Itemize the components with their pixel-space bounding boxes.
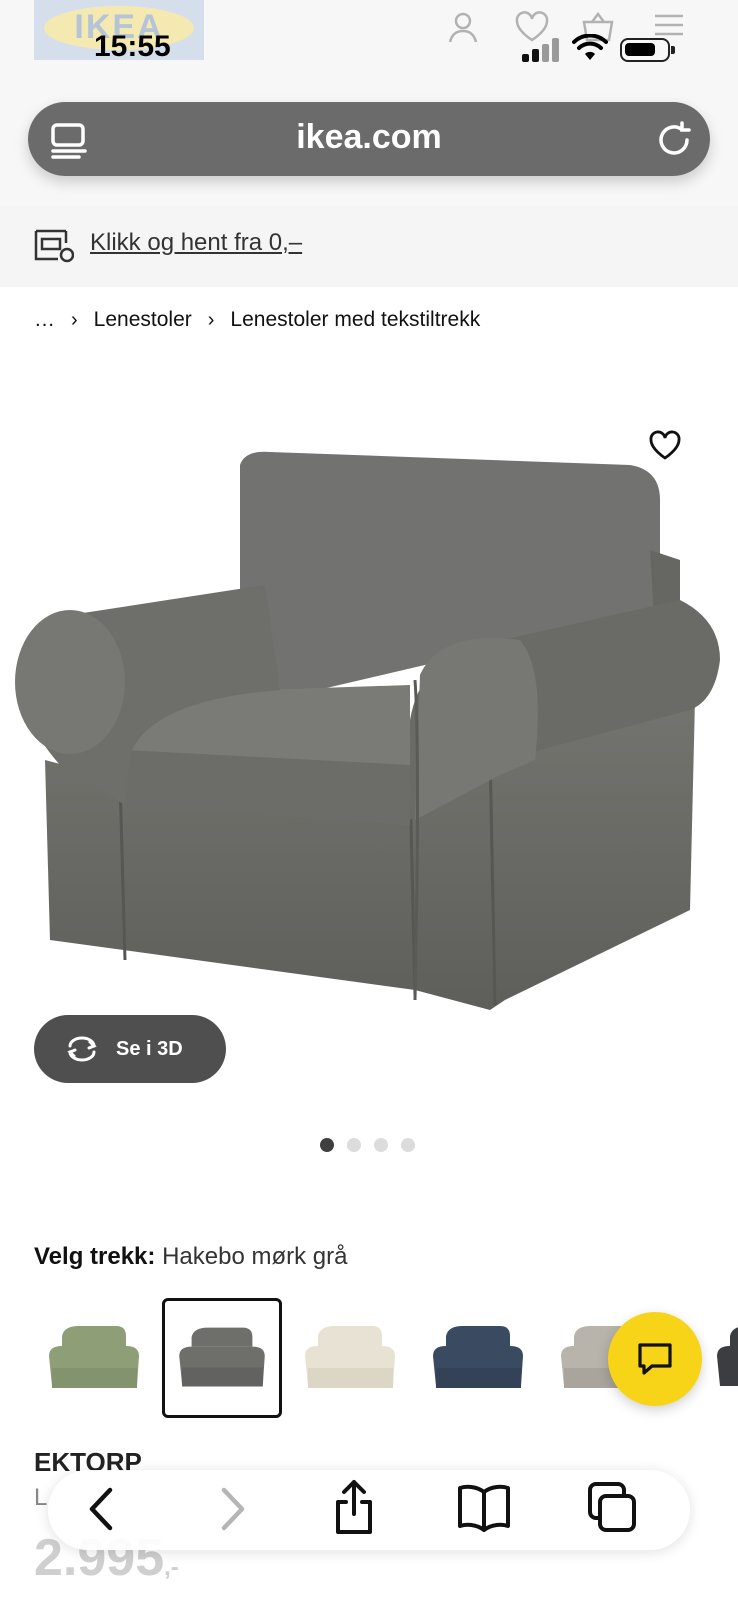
signal-icon (522, 38, 562, 62)
menu-icon[interactable] (652, 10, 686, 40)
gallery-dot[interactable] (347, 1138, 361, 1152)
address-bar[interactable]: ikea.com (28, 102, 710, 176)
reload-icon[interactable] (654, 120, 694, 160)
gallery-dot[interactable] (374, 1138, 388, 1152)
favorite-heart-icon[interactable] (648, 430, 682, 462)
chevron-right-icon: › (71, 308, 78, 331)
battery-icon (620, 38, 675, 62)
store-icon (34, 229, 74, 263)
breadcrumb-lenestoler[interactable]: Lenestoler (94, 308, 192, 332)
share-icon[interactable] (330, 1478, 378, 1538)
swatch-green[interactable] (34, 1298, 154, 1418)
swatch-dark-grey[interactable] (162, 1298, 282, 1418)
url-text: ikea.com (296, 118, 442, 156)
view-3d-label: Se i 3D (116, 1037, 183, 1060)
price-suffix: ,- (164, 1554, 179, 1581)
selected-cover-name: Hakebo mørk grå (162, 1243, 348, 1270)
bookmarks-icon[interactable] (456, 1482, 512, 1536)
rotate-3d-icon (67, 1036, 97, 1062)
product-type: L (34, 1484, 48, 1511)
cover-picker-label: Velg trekk: Hakebo mørk grå (34, 1243, 347, 1271)
breadcrumb-tekstiltrekk[interactable]: Lenestoler med tekstiltrekk (230, 308, 480, 332)
view-3d-button[interactable]: Se i 3D (34, 1015, 226, 1083)
forward-icon[interactable] (212, 1484, 252, 1534)
chat-button[interactable] (608, 1312, 702, 1406)
profile-icon[interactable] (446, 10, 480, 44)
tabs-icon[interactable] (586, 1480, 640, 1536)
swatch-beige[interactable] (290, 1298, 410, 1418)
browser-toolbar (48, 1470, 690, 1550)
promo-banner: Klikk og hent fra 0,– (0, 205, 738, 287)
wifi-icon (572, 34, 608, 60)
chat-icon (638, 1343, 672, 1375)
browser-chrome: ikea.com (0, 90, 738, 205)
cover-label: Velg trekk: (34, 1243, 156, 1270)
status-time: 15:55 (94, 30, 171, 63)
chevron-right-icon: › (207, 308, 215, 331)
status-bar: IKEA 15:55 (0, 0, 738, 90)
swatch-dark-blue[interactable] (418, 1298, 538, 1418)
gallery-dots (320, 1138, 415, 1152)
back-icon[interactable] (82, 1484, 122, 1534)
breadcrumb-ellipsis[interactable]: … (34, 308, 55, 332)
breadcrumb: … › Lenestoler › Lenestoler med tekstilt… (34, 308, 480, 332)
click-collect-link[interactable]: Klikk og hent fra 0,– (90, 229, 302, 257)
gallery-dot[interactable] (320, 1138, 334, 1152)
gallery-dot[interactable] (401, 1138, 415, 1152)
